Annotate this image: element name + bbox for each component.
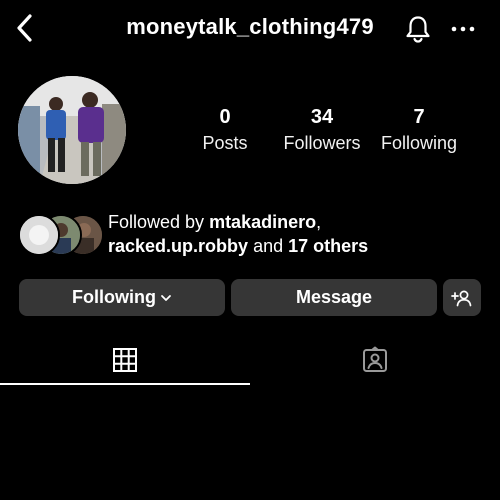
followed-by-prefix: Followed by (108, 212, 205, 232)
stat-followers[interactable]: 34 Followers (276, 106, 368, 154)
stat-following[interactable]: 7 Following (372, 106, 466, 154)
active-tab-indicator (0, 383, 250, 385)
message-button-label: Message (295, 287, 373, 307)
profile-avatar[interactable] (18, 76, 126, 184)
posts-label: Posts (202, 133, 248, 153)
followed-by-comma: , (316, 212, 322, 232)
chevron-down-icon (161, 294, 171, 301)
stat-posts: 0 Posts (192, 106, 258, 154)
mutual-username-1[interactable]: mtakadinero (209, 212, 316, 232)
tab-posts-grid[interactable] (0, 336, 250, 384)
message-button[interactable]: Message (231, 279, 437, 316)
notifications-button[interactable] (401, 12, 435, 46)
mutual-username-2[interactable]: racked.up.robby (108, 236, 248, 256)
mutual-others-count[interactable]: 17 others (288, 236, 368, 256)
mutual-followers-avatars[interactable] (18, 214, 104, 256)
following-label: Following (380, 133, 458, 153)
followers-count: 34 (310, 106, 334, 128)
more-horizontal-icon (451, 26, 475, 32)
avatar-photo (18, 76, 126, 184)
followers-label: Followers (283, 133, 361, 153)
tagged-icon (363, 346, 387, 372)
following-count: 7 (413, 106, 425, 128)
mutual-avatar-1 (18, 214, 60, 256)
grid-icon (113, 348, 137, 372)
bell-icon (406, 16, 430, 43)
add-person-icon (451, 290, 472, 306)
tab-tagged[interactable] (250, 336, 500, 384)
following-button[interactable]: Following (19, 279, 225, 316)
followed-by-text[interactable]: Followed by mtakadinero, racked.up.robby… (108, 210, 488, 258)
suggested-people-button[interactable] (443, 279, 481, 316)
posts-count: 0 (219, 106, 231, 128)
followed-by-conjunction: and (253, 236, 284, 256)
following-button-label: Following (72, 287, 156, 307)
more-options-button[interactable] (446, 12, 480, 46)
